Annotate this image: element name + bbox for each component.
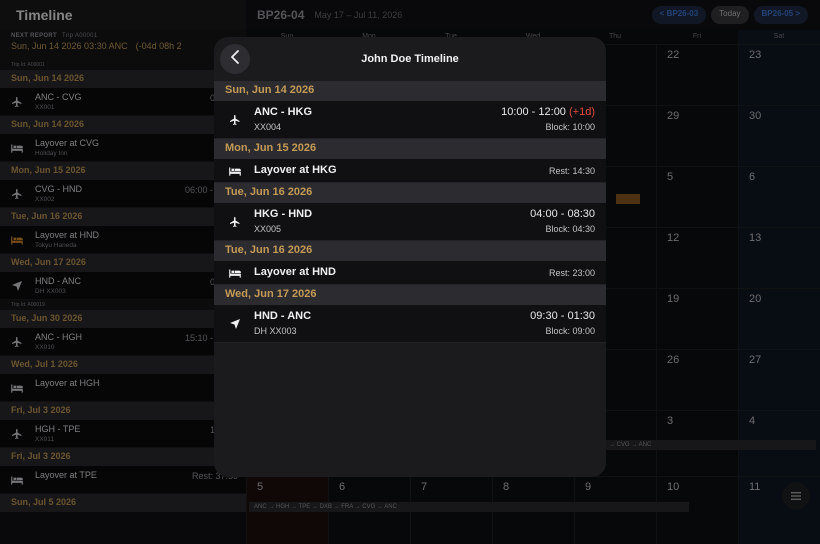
app-root: Timeline NEXT REPORT Trip A00001 Sun, Jun…: [0, 0, 820, 544]
modal-flight-row[interactable]: HND - ANC DH XX003 09:30 - 01:30 Block: 09:…: [214, 305, 606, 343]
modal-flight-row[interactable]: ANC - HKG XX004 10:00 - 12:00 (+1d) Block: …: [214, 101, 606, 139]
block-time: Block: 10:00: [545, 122, 595, 132]
modal-flight-row[interactable]: HKG - HND XX005 04:00 - 08:30 Block: 04:30: [214, 203, 606, 241]
timeline-modal: John Doe Timeline Sun, Jun 14 2026 ANC - …: [214, 37, 606, 477]
modal-day-header: Tue, Jun 16 2026: [214, 183, 606, 203]
next-day-indicator: (+1d): [569, 106, 595, 118]
modal-day-header: Sun, Jun 14 2026: [214, 81, 606, 101]
leg-time: 04:00 - 08:30: [530, 208, 595, 220]
rest-time: Rest: 14:30: [548, 166, 595, 176]
modal-layover-row[interactable]: Layover at HKG Rest: 14:30: [214, 159, 606, 183]
chevron-left-icon: [230, 49, 240, 69]
leg-title: Layover at HND: [254, 266, 336, 278]
bed-icon: [227, 266, 243, 280]
modal-title: John Doe Timeline: [361, 53, 459, 65]
navigation-arrow-icon: [227, 317, 243, 331]
modal-timeline-list: Sun, Jun 14 2026 ANC - HKG XX004 10:00 - 12…: [214, 81, 606, 343]
leg-time: 09:30 - 01:30: [530, 310, 595, 322]
modal-day-header: Wed, Jun 17 2026: [214, 285, 606, 305]
modal-header: John Doe Timeline: [214, 37, 606, 81]
bed-icon: [227, 164, 243, 178]
modal-layover-row[interactable]: Layover at HND Rest: 23:00: [214, 261, 606, 285]
airplane-icon: [227, 215, 243, 229]
modal-day-header: Tue, Jun 16 2026: [214, 241, 606, 261]
leg-time: 10:00 - 12:00: [501, 106, 566, 118]
block-time: Block: 04:30: [545, 224, 595, 234]
airplane-icon: [227, 113, 243, 127]
rest-time: Rest: 23:00: [548, 268, 595, 278]
back-button[interactable]: [220, 44, 250, 74]
block-time: Block: 09:00: [545, 326, 595, 336]
modal-day-header: Mon, Jun 15 2026: [214, 139, 606, 159]
leg-title: Layover at HKG: [254, 164, 337, 176]
